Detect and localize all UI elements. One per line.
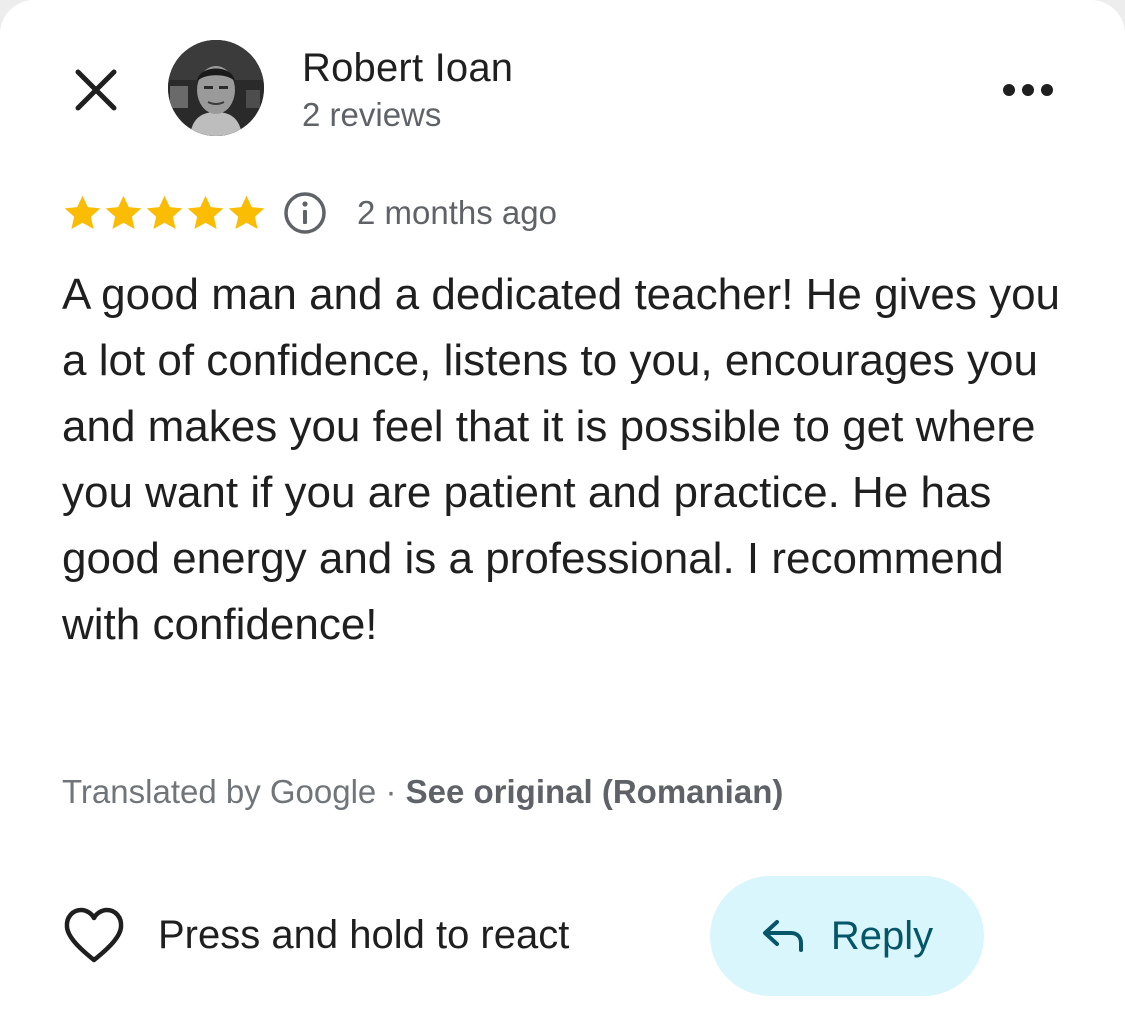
separator-dot: · [376, 773, 406, 810]
see-original-link[interactable]: See original (Romanian) [406, 773, 784, 810]
star-rating [62, 193, 267, 234]
avatar-image [168, 40, 264, 136]
review-card: Robert Ioan 2 reviews 2 months ago A goo… [0, 0, 1125, 1011]
author-name[interactable]: Robert Ioan [302, 44, 513, 92]
reply-button[interactable]: Reply [710, 876, 984, 996]
reply-arrow-icon [762, 920, 803, 952]
review-date: 2 months ago [357, 194, 557, 231]
more-options-button[interactable] [990, 62, 1066, 118]
react-button[interactable]: Press and hold to react [62, 902, 569, 968]
star-icon [187, 195, 224, 229]
translation-note: Translated by Google · See original (Rom… [62, 770, 783, 814]
react-label: Press and hold to react [158, 912, 570, 957]
rating-row: 2 months ago [62, 188, 557, 238]
info-icon[interactable] [283, 191, 327, 235]
author-review-count[interactable]: 2 reviews [302, 94, 441, 136]
review-text: A good man and a dedicated teacher! He g… [62, 270, 1061, 649]
reply-label: Reply [830, 913, 934, 958]
star-icon [146, 195, 183, 229]
avatar[interactable] [168, 40, 264, 136]
star-icon [228, 195, 265, 229]
heart-icon [64, 907, 124, 963]
star-icon [105, 195, 142, 229]
close-button[interactable] [62, 56, 130, 124]
close-icon [75, 69, 117, 111]
star-icon [64, 195, 101, 229]
translated-by-label: Translated by Google [62, 773, 377, 810]
more-horizontal-icon [1003, 84, 1053, 96]
